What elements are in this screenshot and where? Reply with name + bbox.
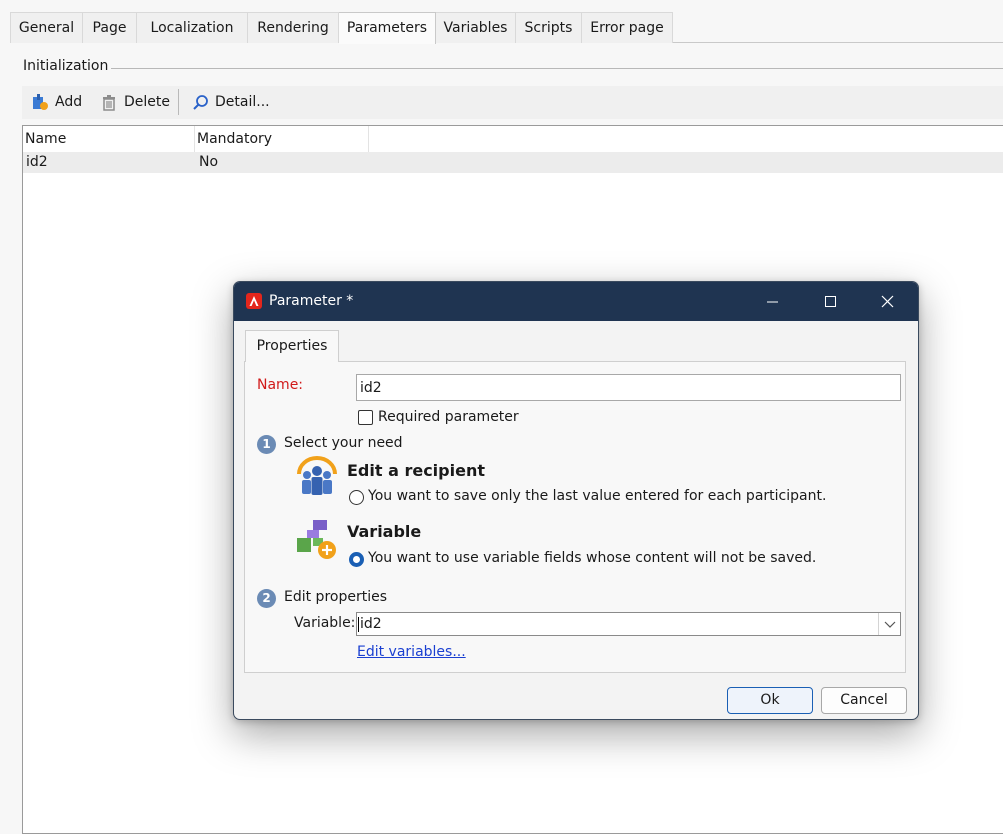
maximize-button[interactable] (801, 282, 859, 321)
option-variable-title: Variable (347, 522, 422, 541)
adobe-logo-icon (246, 293, 262, 309)
name-input[interactable] (356, 374, 901, 401)
required-parameter-checkbox[interactable] (358, 410, 373, 425)
cancel-button[interactable]: Cancel (821, 687, 907, 714)
table-row[interactable]: id2 No (23, 152, 1003, 173)
tab-rendering[interactable]: Rendering (248, 12, 339, 43)
delete-button[interactable]: Delete (100, 90, 170, 114)
edit-variables-link[interactable]: Edit variables... (357, 644, 466, 660)
variable-value: id2 (360, 616, 382, 632)
tab-scripts[interactable]: Scripts (516, 12, 582, 43)
variable-select[interactable]: id2 (356, 612, 901, 636)
tab-page[interactable]: Page (83, 12, 137, 43)
minimize-icon (767, 301, 778, 303)
parameter-dialog: Parameter * Properties Name: Required pa… (233, 281, 919, 720)
tab-variables[interactable]: Variables (436, 12, 516, 43)
ok-button[interactable]: Ok (727, 687, 813, 714)
column-header-name[interactable]: Name (23, 126, 195, 152)
option-recipient-title: Edit a recipient (347, 461, 485, 480)
step-1-badge: 1 (257, 435, 276, 454)
toolbar-separator (178, 89, 179, 115)
option-recipient-desc[interactable]: You want to save only the last value ent… (368, 488, 826, 504)
radio-edit-recipient[interactable] (349, 490, 364, 505)
variable-dropdown-button[interactable] (878, 613, 900, 635)
maximize-icon (825, 296, 836, 307)
recipients-icon (297, 456, 337, 495)
dialog-title: Parameter * (269, 293, 354, 309)
cell-name: id2 (26, 154, 48, 170)
required-parameter-label[interactable]: Required parameter (378, 409, 519, 425)
main-tab-bar: General Page Localization Rendering Para… (10, 12, 1003, 44)
radio-variable[interactable] (349, 552, 364, 567)
detail-button[interactable]: Detail... (192, 90, 270, 114)
minimize-button[interactable] (743, 282, 801, 321)
delete-label: Delete (124, 94, 170, 110)
add-label: Add (55, 94, 83, 110)
column-header-mandatory[interactable]: Mandatory (195, 126, 369, 152)
text-cursor (358, 617, 359, 632)
variable-label: Variable: (294, 615, 356, 631)
detail-label: Detail... (215, 94, 270, 110)
trash-icon (103, 95, 115, 111)
step-1-label: Select your need (284, 435, 403, 451)
section-title: Initialization (23, 58, 112, 74)
tab-localization[interactable]: Localization (137, 12, 248, 43)
search-icon (193, 94, 208, 110)
add-icon (33, 94, 48, 110)
option-variable-desc[interactable]: You want to use variable fields whose co… (368, 550, 816, 566)
tab-general[interactable]: General (10, 12, 83, 43)
grid-header: Name Mandatory (23, 126, 369, 152)
step-2-label: Edit properties (284, 589, 388, 605)
tab-properties[interactable]: Properties (245, 330, 339, 362)
tab-error-page[interactable]: Error page (582, 12, 673, 43)
variable-icon (297, 520, 336, 559)
chevron-down-icon (884, 621, 896, 628)
tab-parameters[interactable]: Parameters (339, 12, 436, 44)
cell-mandatory: No (199, 154, 219, 170)
section-divider (106, 68, 1003, 69)
close-icon (881, 295, 894, 308)
close-button[interactable] (859, 282, 917, 321)
add-button[interactable]: Add (31, 90, 82, 114)
step-2-badge: 2 (257, 589, 276, 608)
dialog-titlebar: Parameter * (234, 282, 918, 321)
name-label: Name: (257, 377, 304, 393)
